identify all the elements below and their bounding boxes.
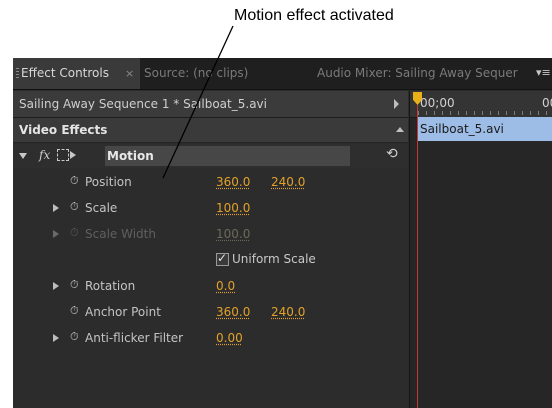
property-value-y[interactable]: 240.0 bbox=[271, 175, 305, 189]
uniform-scale-row: Uniform Scale bbox=[13, 248, 408, 272]
property-value-x[interactable]: 360.0 bbox=[216, 175, 250, 189]
property-row-anti-flicker: ⏱ Anti-flicker Filter 0.00 bbox=[13, 326, 408, 350]
effects-list: Video Effects fx Motion ⟲ ⏱ Position 360… bbox=[13, 118, 408, 408]
tab-close-icon[interactable]: × bbox=[125, 58, 134, 89]
expand-right-icon[interactable] bbox=[53, 282, 59, 290]
panel-menu-icon[interactable]: ▾≡ bbox=[536, 66, 552, 80]
tab-effect-controls-label: Effect Controls bbox=[21, 66, 109, 80]
property-name: Position bbox=[85, 175, 132, 189]
expand-right-icon[interactable] bbox=[53, 204, 59, 212]
property-name: Anchor Point bbox=[85, 305, 161, 319]
stopwatch-icon: ⏱ bbox=[70, 226, 79, 239]
property-name: Scale Width bbox=[85, 227, 156, 241]
stopwatch-icon[interactable]: ⏱ bbox=[70, 200, 79, 214]
tab-effect-controls[interactable]: Effect Controls × bbox=[13, 58, 140, 89]
time-ruler[interactable]: 00;00 00 bbox=[410, 91, 552, 118]
timecode-next: 00 bbox=[542, 96, 552, 110]
expand-down-icon[interactable] bbox=[19, 153, 27, 159]
stopwatch-icon[interactable]: ⏱ bbox=[70, 278, 79, 292]
property-value[interactable]: 100.0 bbox=[216, 201, 250, 215]
property-name: Rotation bbox=[85, 279, 136, 293]
tab-audio-mixer[interactable]: Audio Mixer: Sailing Away Sequer bbox=[317, 58, 518, 89]
property-row-scale: ⏱ Scale 100.0 bbox=[13, 196, 408, 220]
property-value-y[interactable]: 240.0 bbox=[271, 305, 305, 319]
motion-transform-icon[interactable] bbox=[57, 149, 69, 161]
motion-transform-arrow-icon bbox=[70, 151, 76, 159]
reset-icon[interactable]: ⟲ bbox=[386, 146, 398, 162]
property-row-position: ⏱ Position 360.0 240.0 bbox=[13, 170, 408, 194]
sequence-clip-row: Sailing Away Sequence 1 * Sailboat_5.avi bbox=[13, 91, 408, 118]
video-effects-header: Video Effects bbox=[13, 118, 408, 143]
stopwatch-icon[interactable]: ⏱ bbox=[70, 174, 79, 188]
clip-name: Sailboat_5.avi bbox=[420, 122, 504, 136]
effect-controls-panel: Effect Controls × Source: (no clips) Aud… bbox=[13, 58, 552, 408]
show-timeline-arrow-icon[interactable] bbox=[394, 99, 399, 109]
checkbox-checked-icon[interactable] bbox=[216, 251, 229, 266]
property-row-anchor-point: ⏱ Anchor Point 360.0 240.0 bbox=[13, 300, 408, 324]
property-row-scale-width: ⏱ Scale Width 100.0 bbox=[13, 222, 408, 246]
property-name: Scale bbox=[85, 201, 118, 215]
panel-tab-bar: Effect Controls × Source: (no clips) Aud… bbox=[13, 58, 552, 90]
property-value[interactable]: 0.00 bbox=[216, 331, 243, 345]
property-value: 100.0 bbox=[216, 227, 251, 241]
collapse-up-icon[interactable] bbox=[396, 127, 404, 132]
property-name: Anti-flicker Filter bbox=[85, 331, 184, 345]
property-value-x[interactable]: 360.0 bbox=[216, 305, 250, 319]
playhead-line bbox=[417, 105, 418, 408]
mini-timeline: 00;00 00 Sailboat_5.avi bbox=[409, 91, 552, 408]
sequence-clip-label: Sailing Away Sequence 1 * Sailboat_5.avi bbox=[19, 97, 267, 111]
ruler-ticks bbox=[418, 111, 552, 115]
stopwatch-icon[interactable]: ⏱ bbox=[70, 330, 79, 344]
tab-grip-icon[interactable] bbox=[16, 68, 19, 79]
motion-effect-row[interactable]: fx Motion ⟲ bbox=[13, 144, 408, 168]
video-effects-label: Video Effects bbox=[19, 123, 108, 137]
motion-effect-label: Motion bbox=[107, 149, 154, 163]
stopwatch-icon[interactable]: ⏱ bbox=[70, 304, 79, 318]
expand-right-icon bbox=[53, 230, 59, 238]
annotation-callout: Motion effect activated bbox=[234, 7, 394, 24]
fx-toggle-icon[interactable]: fx bbox=[39, 148, 50, 162]
property-value[interactable]: 0.0 bbox=[216, 279, 235, 293]
tab-source[interactable]: Source: (no clips) bbox=[144, 58, 248, 89]
property-row-rotation: ⏱ Rotation 0.0 bbox=[13, 274, 408, 298]
timecode-start: 00;00 bbox=[420, 96, 455, 110]
expand-right-icon[interactable] bbox=[53, 334, 59, 342]
uniform-scale-label: Uniform Scale bbox=[232, 252, 316, 266]
timeline-clip[interactable]: Sailboat_5.avi bbox=[417, 117, 552, 141]
